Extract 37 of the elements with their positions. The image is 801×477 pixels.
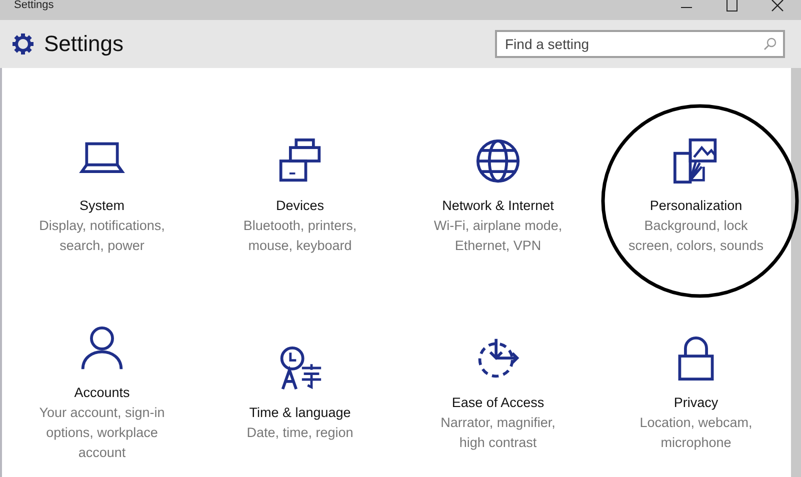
settings-tile[interactable]: Accounts Your account, sign-in options, workplace account	[3, 310, 201, 477]
tile-description: Location, webcam, microphone	[638, 414, 754, 452]
tile-title: Ease of Access	[452, 394, 544, 412]
person-icon	[79, 324, 125, 370]
page-title: Settings	[44, 31, 124, 57]
printer-icon	[277, 138, 323, 184]
settings-tile[interactable]: Ease of Access Narrator, magnifier, high contrast	[399, 310, 597, 477]
settings-tile[interactable]: Privacy Location, webcam, microphone	[597, 310, 795, 477]
tile-description: Bluetooth, printers, mouse, keyboard	[242, 217, 358, 255]
globe-icon	[475, 138, 521, 184]
settings-icon	[12, 33, 34, 55]
scrollbar[interactable]	[791, 68, 801, 477]
tile-description: Display, notifications, search, power	[38, 217, 166, 255]
tile-description: Narrator, magnifier, high contrast	[440, 414, 556, 452]
close-icon	[771, 0, 785, 12]
settings-tile[interactable]: System Display, notifications, search, power	[3, 68, 201, 310]
picture-frames-icon	[673, 138, 719, 184]
maximize-icon	[725, 0, 739, 12]
tile-title: Personalization	[650, 197, 742, 215]
settings-tile[interactable]: Time & language Date, time, region	[201, 310, 399, 477]
tile-title: Network & Internet	[442, 197, 554, 215]
tile-title: Time & language	[249, 404, 351, 422]
settings-tile[interactable]: Personalization Background, lock screen, colors, sounds	[597, 68, 795, 310]
settings-tile[interactable]: Network & Internet Wi-Fi, airplane mode, Ethernet, VPN	[399, 68, 597, 310]
search-field[interactable]: Find a setting	[495, 30, 785, 58]
tile-description: Wi-Fi, airplane mode, Ethernet, VPN	[432, 217, 564, 255]
minimize-icon	[680, 7, 692, 8]
tile-description: Your account, sign-in options, workplace account	[38, 404, 166, 462]
tile-title: System	[79, 197, 124, 215]
tile-description: Background, lock screen, colors, sounds	[627, 217, 765, 255]
settings-tile[interactable]: Devices Bluetooth, printers, mouse, keyboard	[201, 68, 399, 310]
tile-title: Devices	[276, 197, 324, 215]
tile-description: Date, time, region	[246, 424, 354, 442]
search-icon	[763, 37, 777, 51]
tile-title: Accounts	[74, 384, 130, 402]
window-title: Settings	[13, 0, 54, 11]
tile-title: Privacy	[674, 394, 718, 412]
